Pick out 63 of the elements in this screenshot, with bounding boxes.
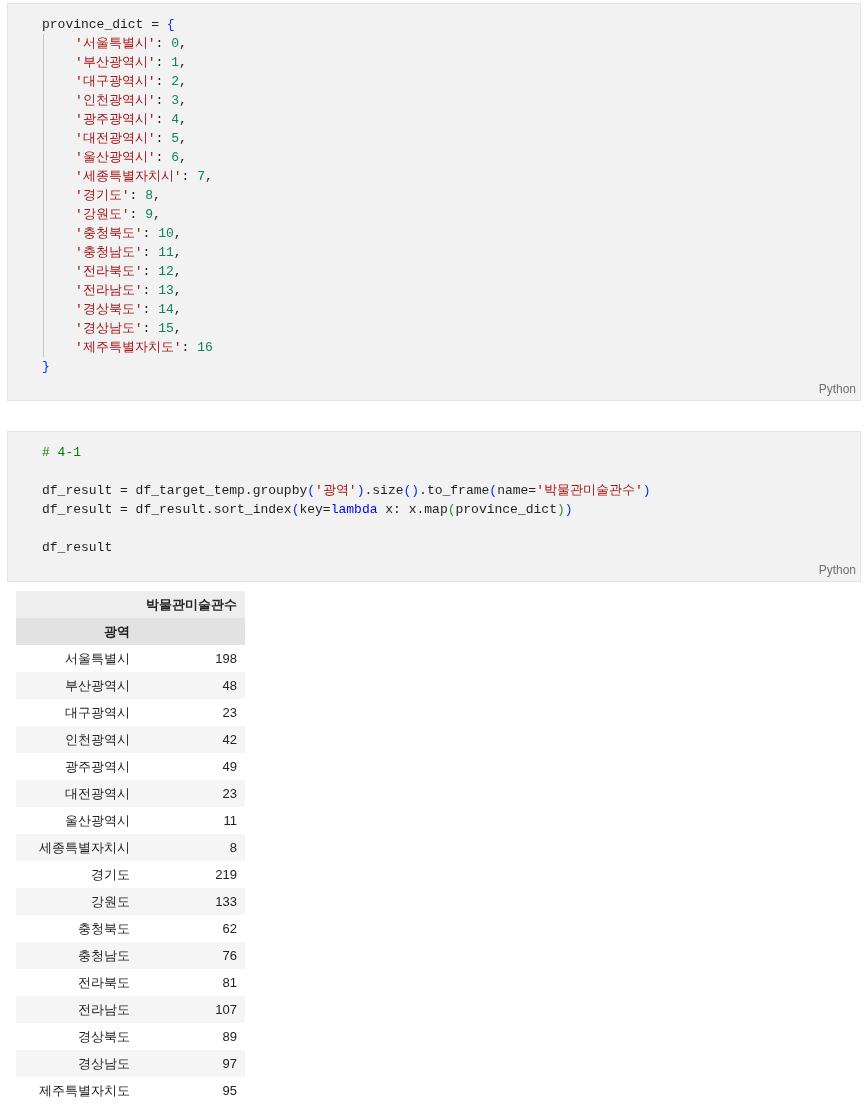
- index-cell: 인천광역시: [16, 726, 138, 753]
- code-line: '대구광역시': 2,: [75, 73, 187, 91]
- code-line: '강원도': 9,: [75, 206, 161, 224]
- code-line: '부산광역시': 1,: [75, 54, 187, 72]
- code-line: '전라북도': 12,: [75, 263, 182, 281]
- code-line: '경상남도': 15,: [75, 320, 182, 338]
- table-cell: 8: [138, 834, 245, 861]
- code-line: '충청남도': 11,: [75, 244, 182, 262]
- index-cell: 세종특별자치시: [16, 834, 138, 861]
- table-cell: 107: [138, 996, 245, 1023]
- code-line: '울산광역시': 6,: [75, 149, 187, 167]
- table-cell: 219: [138, 861, 245, 888]
- language-label: Python: [818, 563, 856, 577]
- table-cell: 81: [138, 969, 245, 996]
- index-cell: 강원도: [16, 888, 138, 915]
- language-label: Python: [818, 382, 856, 396]
- code-line: '경기도': 8,: [75, 187, 161, 205]
- table-cell: 62: [138, 915, 245, 942]
- index-cell: 서울특별시: [16, 645, 138, 672]
- index-cell: 경상남도: [16, 1050, 138, 1077]
- code-cell[interactable]: [7, 3, 861, 401]
- code-line: '대전광역시': 5,: [75, 130, 187, 148]
- index-cell: 경기도: [16, 861, 138, 888]
- code-line: '전라남도': 13,: [75, 282, 182, 300]
- code-line: df_result: [42, 539, 113, 557]
- code-line: '인천광역시': 3,: [75, 92, 187, 110]
- table-cell: 95: [138, 1077, 245, 1104]
- code-line: '제주특별자치도': 16: [75, 339, 213, 357]
- index-cell: 대전광역시: [16, 780, 138, 807]
- table-cell: 11: [138, 807, 245, 834]
- table-cell: 97: [138, 1050, 245, 1077]
- table-cell: 42: [138, 726, 245, 753]
- index-cell: 울산광역시: [16, 807, 138, 834]
- column-header: 박물관미술관수: [138, 591, 245, 618]
- table-cell: 198: [138, 645, 245, 672]
- index-cell: 제주특별자치도: [16, 1077, 138, 1104]
- code-line: '충청북도': 10,: [75, 225, 182, 243]
- table-cell: 49: [138, 753, 245, 780]
- index-cell: 부산광역시: [16, 672, 138, 699]
- table-cell: 48: [138, 672, 245, 699]
- index-cell: 전라남도: [16, 996, 138, 1023]
- index-cell: 전라북도: [16, 969, 138, 996]
- index-cell: 대구광역시: [16, 699, 138, 726]
- code-line: '세종특별자치시': 7,: [75, 168, 213, 186]
- index-header: 광역: [16, 618, 138, 645]
- table-cell: 133: [138, 888, 245, 915]
- code-line: province_dict = {: [42, 16, 175, 34]
- code-line: '서울특별시': 0,: [75, 35, 187, 53]
- index-cell: 경상북도: [16, 1023, 138, 1050]
- code-line: # 4-1: [42, 444, 81, 462]
- code-line: df_result = df_target_temp.groupby('광역').size().to_frame(name='박물관미술관수'): [42, 482, 651, 500]
- table-cell: 89: [138, 1023, 245, 1050]
- table-cell: 76: [138, 942, 245, 969]
- code-line: df_result = df_result.sort_index(key=lambda x: x.map(province_dict)): [42, 501, 573, 519]
- code-line: '경상북도': 14,: [75, 301, 182, 319]
- code-line: '광주광역시': 4,: [75, 111, 187, 129]
- index-cell: 광주광역시: [16, 753, 138, 780]
- table-cell: 23: [138, 699, 245, 726]
- table-cell: 23: [138, 780, 245, 807]
- code-line: }: [42, 358, 50, 376]
- index-cell: 충청남도: [16, 942, 138, 969]
- index-cell: 충청북도: [16, 915, 138, 942]
- code-cell[interactable]: # 4-1 df_result = df_target_temp.groupby('광역').size().to_frame(name='박물관미술관수') df_result = df_result.sort_index(key=lambda x: x.map(province_dict)) df_result Python: [7, 431, 861, 582]
